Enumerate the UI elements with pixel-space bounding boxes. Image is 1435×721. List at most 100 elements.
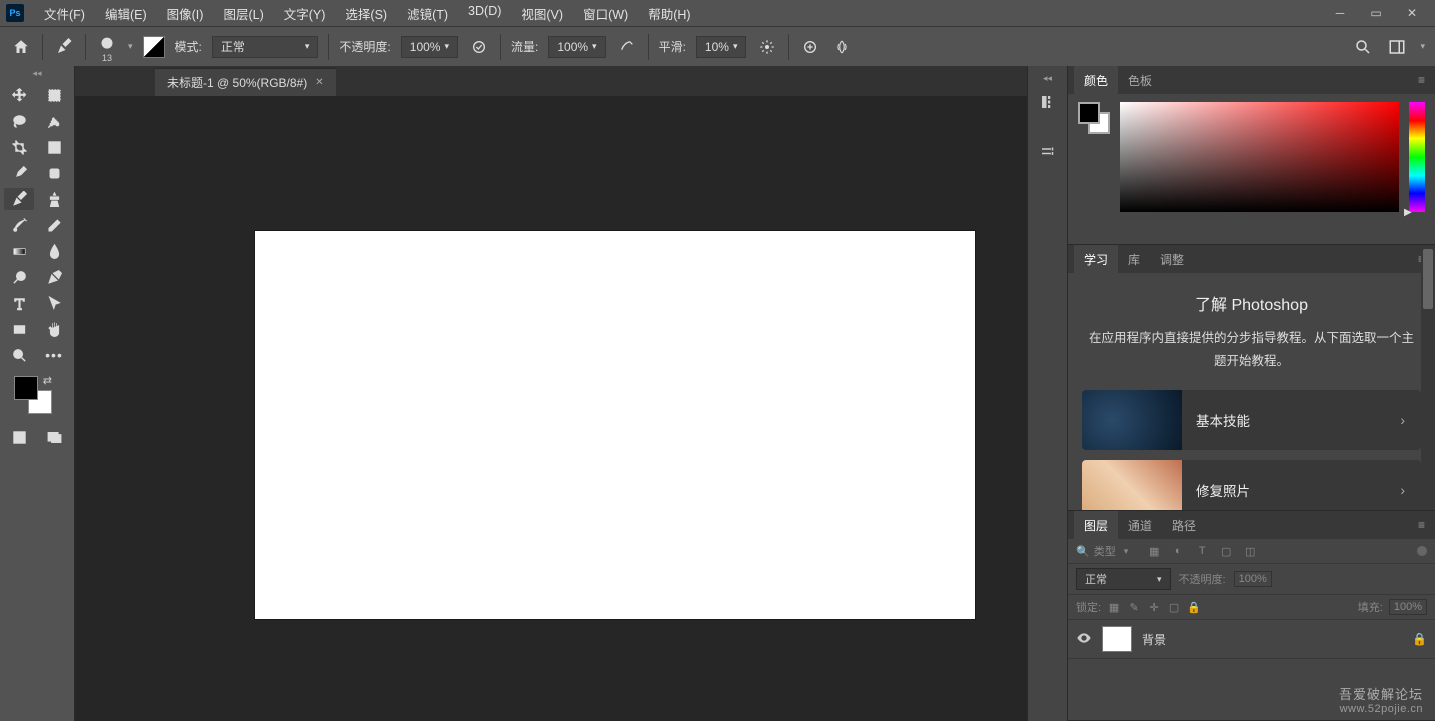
menu-edit[interactable]: 编辑(E)	[95, 4, 157, 23]
toolbar-collapse-button[interactable]: ◂◂	[0, 66, 74, 80]
lasso-tool[interactable]	[4, 110, 34, 132]
type-tool[interactable]	[4, 292, 34, 314]
layer-name[interactable]: 背景	[1142, 631, 1402, 648]
paths-tab[interactable]: 路径	[1162, 511, 1206, 540]
minimize-button[interactable]: ─	[1329, 4, 1351, 22]
filter-toggle[interactable]	[1417, 546, 1427, 556]
hand-tool[interactable]	[39, 318, 69, 340]
adjustments-tab[interactable]: 调整	[1150, 245, 1194, 274]
filter-smartobject-icon[interactable]: ◫	[1242, 543, 1258, 559]
swap-colors-icon[interactable]: ⇄	[43, 374, 52, 387]
learn-card-retouch[interactable]: 修复照片 ›	[1082, 460, 1421, 511]
smoothing-input[interactable]: 10%▾	[696, 36, 747, 58]
fill-value[interactable]: 100%	[1389, 599, 1427, 615]
lock-all-icon[interactable]: 🔒	[1187, 600, 1201, 614]
brush-preset-picker[interactable]: 13	[96, 34, 118, 59]
menu-window[interactable]: 窗口(W)	[573, 4, 638, 23]
zoom-tool[interactable]	[4, 344, 34, 366]
menu-help[interactable]: 帮助(H)	[638, 4, 700, 23]
dodge-tool[interactable]	[4, 266, 34, 288]
opacity-input[interactable]: 100%▾	[401, 36, 458, 58]
close-button[interactable]: ✕	[1401, 4, 1423, 22]
chevron-down-icon[interactable]: ▾	[128, 41, 133, 52]
path-selection-tool[interactable]	[39, 292, 69, 314]
expand-dock-button[interactable]: ◂◂	[1028, 72, 1067, 84]
filter-adjustment-icon[interactable]: ◐	[1170, 543, 1186, 559]
eyedropper-tool[interactable]	[4, 162, 34, 184]
filter-type-icon[interactable]: T	[1194, 543, 1210, 559]
maximize-button[interactable]: ▭	[1365, 4, 1387, 22]
menu-filter[interactable]: 滤镜(T)	[397, 4, 458, 23]
menu-view[interactable]: 视图(V)	[511, 4, 573, 23]
channels-tab[interactable]: 通道	[1118, 511, 1162, 540]
airbrush-icon[interactable]	[616, 36, 638, 58]
quick-mask-tool[interactable]	[4, 426, 34, 448]
frame-tool[interactable]	[39, 136, 69, 158]
menu-image[interactable]: 图像(I)	[157, 4, 214, 23]
lock-artboard-icon[interactable]: ▢	[1167, 600, 1181, 614]
lock-position-icon[interactable]: ✛	[1147, 600, 1161, 614]
history-panel-icon[interactable]	[1034, 88, 1062, 116]
canvas-viewport[interactable]	[75, 96, 1027, 721]
move-tool[interactable]	[4, 84, 34, 106]
quick-selection-tool[interactable]	[39, 110, 69, 132]
symmetry-icon[interactable]	[831, 36, 853, 58]
flow-input[interactable]: 100%▾	[548, 36, 605, 58]
panel-menu-icon[interactable]: ≡	[1414, 518, 1429, 532]
workspace-switcher-icon[interactable]	[1386, 36, 1408, 58]
home-button[interactable]	[10, 36, 32, 58]
smoothing-options-icon[interactable]	[756, 36, 778, 58]
scrollbar[interactable]	[1421, 245, 1435, 510]
libraries-tab[interactable]: 库	[1118, 245, 1150, 274]
menu-layer[interactable]: 图层(L)	[213, 4, 273, 23]
filter-shape-icon[interactable]: ▢	[1218, 543, 1234, 559]
layers-tab[interactable]: 图层	[1074, 511, 1118, 540]
lock-transparent-icon[interactable]: ▦	[1107, 600, 1121, 614]
swatches-tab[interactable]: 色板	[1118, 66, 1162, 95]
canvas[interactable]	[255, 231, 975, 619]
menu-3d[interactable]: 3D(D)	[458, 4, 511, 23]
layer-row[interactable]: 背景 🔒	[1068, 620, 1435, 659]
healing-brush-tool[interactable]	[39, 162, 69, 184]
crop-tool[interactable]	[4, 136, 34, 158]
color-panel-swatch[interactable]	[1078, 102, 1110, 134]
layer-thumbnail[interactable]	[1102, 626, 1132, 652]
blend-mode-select[interactable]: 正常▾	[212, 36, 319, 58]
layer-opacity-value[interactable]: 100%	[1234, 571, 1272, 587]
learn-tab[interactable]: 学习	[1074, 245, 1118, 274]
lock-image-icon[interactable]: ✎	[1127, 600, 1141, 614]
hue-slider[interactable]: ▶	[1409, 102, 1425, 212]
brush-panel-toggle-icon[interactable]	[143, 36, 165, 58]
brush-tool[interactable]	[4, 188, 34, 210]
marquee-tool[interactable]	[39, 84, 69, 106]
edit-toolbar-button[interactable]: •••	[39, 344, 69, 366]
tool-preset-icon[interactable]	[53, 36, 75, 58]
history-brush-tool[interactable]	[4, 214, 34, 236]
chevron-down-icon[interactable]: ▾	[1420, 41, 1425, 52]
menu-type[interactable]: 文字(Y)	[274, 4, 336, 23]
menu-file[interactable]: 文件(F)	[34, 4, 95, 23]
color-field[interactable]	[1120, 102, 1399, 212]
rectangle-tool[interactable]	[4, 318, 34, 340]
layer-visibility-icon[interactable]	[1076, 630, 1092, 649]
properties-panel-icon[interactable]	[1034, 138, 1062, 166]
screen-mode-tool[interactable]	[39, 426, 69, 448]
search-icon[interactable]	[1352, 36, 1374, 58]
pressure-opacity-icon[interactable]	[468, 36, 490, 58]
gradient-tool[interactable]	[4, 240, 34, 262]
close-tab-icon[interactable]: ✕	[315, 77, 323, 88]
clone-stamp-tool[interactable]	[39, 188, 69, 210]
foreground-swatch[interactable]	[1078, 102, 1100, 124]
scrollbar-thumb[interactable]	[1423, 249, 1433, 309]
panel-menu-icon[interactable]: ≡	[1414, 73, 1429, 87]
pressure-size-icon[interactable]	[799, 36, 821, 58]
color-swatch[interactable]: ⇄	[8, 374, 66, 418]
pen-tool[interactable]	[39, 266, 69, 288]
menu-select[interactable]: 选择(S)	[335, 4, 397, 23]
eraser-tool[interactable]	[39, 214, 69, 236]
blur-tool[interactable]	[39, 240, 69, 262]
filter-pixel-icon[interactable]: ▦	[1146, 543, 1162, 559]
layer-blend-mode-select[interactable]: 正常▾	[1076, 568, 1171, 590]
color-tab[interactable]: 颜色	[1074, 66, 1118, 95]
document-tab[interactable]: 未标题-1 @ 50%(RGB/8#) ✕	[155, 68, 336, 96]
